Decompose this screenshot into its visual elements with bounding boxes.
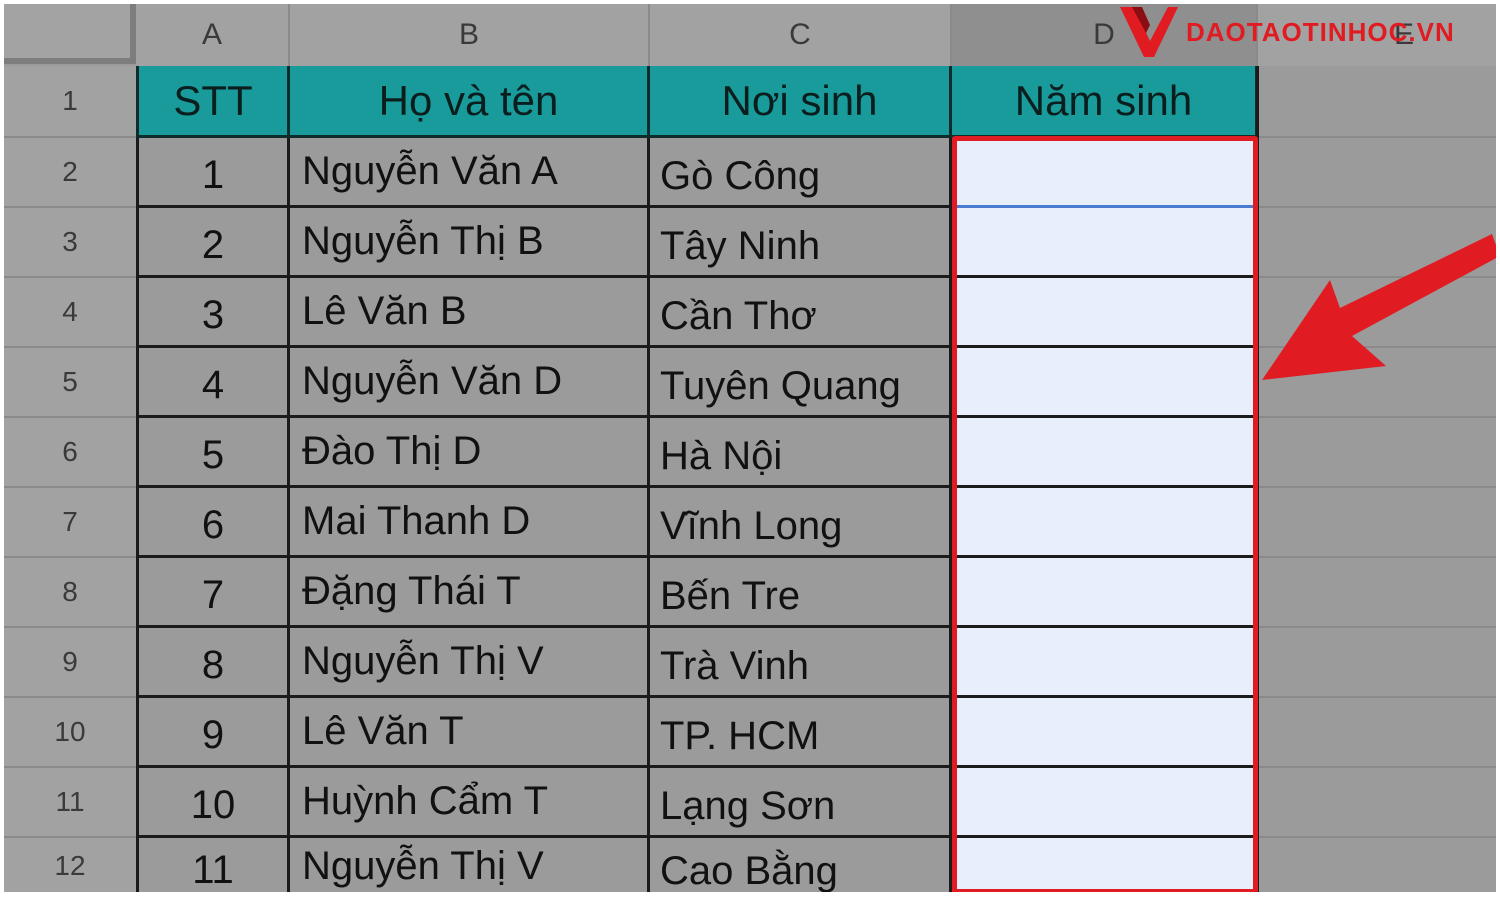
column-e-cell[interactable]: [1256, 138, 1496, 208]
select-all-corner[interactable]: [4, 4, 136, 64]
column-e-cell[interactable]: [1256, 418, 1496, 488]
stt-cell[interactable]: 1: [136, 138, 290, 208]
name-cell[interactable]: Lê Văn B: [290, 278, 650, 348]
column-header-c[interactable]: C: [650, 4, 952, 66]
row-header-7[interactable]: 7: [4, 488, 136, 558]
name-cell[interactable]: Nguyễn Văn A: [290, 138, 650, 208]
name-cell[interactable]: Nguyễn Thị V: [290, 838, 650, 894]
birthplace-cell[interactable]: Cao Bằng: [650, 838, 952, 894]
row-header-10[interactable]: 10: [4, 698, 136, 768]
name-cell[interactable]: Đặng Thái T: [290, 558, 650, 628]
row-header-11[interactable]: 11: [4, 768, 136, 838]
stt-cell[interactable]: 6: [136, 488, 290, 558]
stt-cell[interactable]: 3: [136, 278, 290, 348]
row-header-4[interactable]: 4: [4, 278, 136, 348]
column-header-b[interactable]: B: [290, 4, 650, 66]
birthplace-cell[interactable]: Vĩnh Long: [650, 488, 952, 558]
stt-cell[interactable]: 11: [136, 838, 290, 894]
name-cell[interactable]: Huỳnh Cẩm T: [290, 768, 650, 838]
header-cell-birthyear[interactable]: Năm sinh: [952, 66, 1258, 138]
name-cell[interactable]: Đào Thị D: [290, 418, 650, 488]
column-e-cell[interactable]: [1256, 558, 1496, 628]
stt-cell[interactable]: 5: [136, 418, 290, 488]
birthplace-cell[interactable]: Gò Công: [650, 138, 952, 208]
column-e-cell[interactable]: [1256, 488, 1496, 558]
birthplace-cell[interactable]: Trà Vinh: [650, 628, 952, 698]
header-cell-stt[interactable]: STT: [136, 66, 290, 138]
row-header-8[interactable]: 8: [4, 558, 136, 628]
name-cell[interactable]: Nguyễn Văn D: [290, 348, 650, 418]
logo-text: DAOTAOTINHOC.VN: [1186, 16, 1455, 47]
name-cell[interactable]: Nguyễn Thị B: [290, 208, 650, 278]
column-e-cell[interactable]: [1256, 628, 1496, 698]
column-header-a[interactable]: A: [136, 4, 290, 66]
birthplace-cell[interactable]: TP. HCM: [650, 698, 952, 768]
logo-v-icon: [1120, 7, 1178, 57]
highlight-box: [952, 136, 1258, 894]
birthplace-cell[interactable]: Lạng Sơn: [650, 768, 952, 838]
name-cell[interactable]: Lê Văn T: [290, 698, 650, 768]
row-header-12[interactable]: 12: [4, 838, 136, 894]
stt-cell[interactable]: 7: [136, 558, 290, 628]
stt-cell[interactable]: 4: [136, 348, 290, 418]
stt-cell[interactable]: 2: [136, 208, 290, 278]
stt-cell[interactable]: 9: [136, 698, 290, 768]
stt-cell[interactable]: 8: [136, 628, 290, 698]
pointer-arrow-icon: [1262, 234, 1500, 380]
column-e-cell[interactable]: [1256, 66, 1496, 138]
column-e-cell[interactable]: [1256, 768, 1496, 838]
spreadsheet: A B C D E 1 2 3 4 5 6 7 8 9 10 11 12 STT…: [0, 0, 1500, 900]
birthplace-cell[interactable]: Cần Thơ: [650, 278, 952, 348]
birthplace-cell[interactable]: Bến Tre: [650, 558, 952, 628]
row-header-2[interactable]: 2: [4, 138, 136, 208]
birthplace-cell[interactable]: Tuyên Quang: [650, 348, 952, 418]
name-cell[interactable]: Nguyễn Thị V: [290, 628, 650, 698]
row-header-9[interactable]: 9: [4, 628, 136, 698]
birthplace-cell[interactable]: Tây Ninh: [650, 208, 952, 278]
header-cell-birthplace[interactable]: Nơi sinh: [650, 66, 952, 138]
row-header-6[interactable]: 6: [4, 418, 136, 488]
stt-cell[interactable]: 10: [136, 768, 290, 838]
logo: DAOTAOTINHOC.VN: [1118, 4, 1455, 60]
header-cell-name[interactable]: Họ và tên: [290, 66, 650, 138]
row-header-1[interactable]: 1: [4, 66, 136, 138]
row-header-5[interactable]: 5: [4, 348, 136, 418]
row-header-3[interactable]: 3: [4, 208, 136, 278]
column-e-cell[interactable]: [1256, 838, 1496, 894]
birthplace-cell[interactable]: Hà Nội: [650, 418, 952, 488]
column-e-cell[interactable]: [1256, 698, 1496, 768]
name-cell[interactable]: Mai Thanh D: [290, 488, 650, 558]
